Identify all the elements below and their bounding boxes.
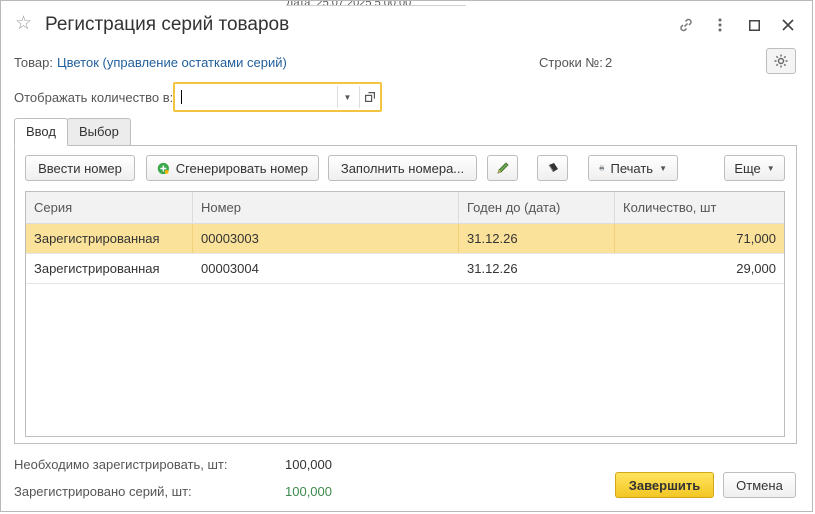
cell-series[interactable]: Зарегистрированная — [26, 224, 193, 253]
gear-icon — [774, 54, 788, 68]
rows-value: 2 — [605, 55, 613, 70]
table-row[interactable]: Зарегистрированная 00003003 31.12.26 71,… — [26, 224, 784, 254]
qty-unit-label: Отображать количество в: — [14, 90, 174, 105]
column-header-expiry[interactable]: Годен до (дата) — [459, 192, 615, 223]
tab-enter[interactable]: Ввод — [14, 118, 68, 146]
scanner-button[interactable] — [537, 155, 568, 181]
cell-quantity[interactable]: 29,000 — [615, 254, 784, 283]
more-icon[interactable] — [708, 13, 732, 37]
chevron-down-icon: ▼ — [766, 163, 775, 173]
print-button[interactable]: Печать ▼ — [588, 155, 678, 181]
finish-button[interactable]: Завершить — [615, 472, 714, 498]
more-actions-label: Еще — [734, 160, 761, 176]
print-label: Печать — [610, 160, 654, 176]
star-icon[interactable]: ☆ — [15, 14, 35, 34]
cell-expiry[interactable]: 31.12.26 — [459, 224, 615, 253]
enter-number-label: Ввести номер — [38, 160, 122, 176]
chevron-down-icon[interactable]: ▼ — [337, 86, 357, 108]
pencil-icon — [496, 162, 509, 174]
printer-icon — [599, 165, 605, 171]
required-qty-label: Необходимо зарегистрировать, шт: — [14, 457, 228, 472]
enter-number-button[interactable]: Ввести номер — [25, 155, 135, 181]
table-row[interactable]: Зарегистрированная 00003004 31.12.26 29,… — [26, 254, 784, 284]
qty-unit-field: ▼ — [173, 82, 382, 112]
settings-button[interactable] — [766, 48, 796, 74]
series-table: Серия Номер Годен до (дата) Количество, … — [25, 191, 785, 437]
registered-qty-label: Зарегистрировано серий, шт: — [14, 484, 192, 499]
generate-number-label: Сгенерировать номер — [175, 160, 308, 176]
cell-expiry[interactable]: 31.12.26 — [459, 254, 615, 283]
link-icon[interactable] — [674, 13, 698, 37]
fill-numbers-button[interactable]: Заполнить номера... — [328, 155, 477, 181]
cell-series[interactable]: Зарегистрированная — [26, 254, 193, 283]
table-header: Серия Номер Годен до (дата) Количество, … — [26, 192, 784, 224]
registered-qty-value: 100,000 — [285, 484, 332, 499]
cell-number[interactable]: 00003003 — [193, 224, 459, 253]
barcode-scanner-icon — [548, 163, 558, 172]
background-window-peek: Дата: 25.07.2025 5:00:00 — [286, 1, 466, 6]
maximize-icon[interactable] — [742, 13, 766, 37]
more-actions-button[interactable]: Еще ▼ — [724, 155, 785, 181]
product-link[interactable]: Цветок (управление остатками серий) — [57, 55, 287, 70]
dialog-window: Дата: 25.07.2025 5:00:00 ☆ Регистрация с… — [0, 0, 813, 512]
column-header-number[interactable]: Номер — [193, 192, 459, 223]
tabs: Ввод Выбор — [14, 118, 131, 146]
text-caret — [181, 90, 182, 104]
required-qty-value: 100,000 — [285, 457, 332, 472]
add-generate-icon — [157, 162, 169, 174]
title-bar-controls — [674, 13, 800, 37]
cell-quantity[interactable]: 71,000 — [615, 224, 784, 253]
rows-label: Строки №: — [539, 55, 603, 70]
chevron-down-icon: ▼ — [659, 163, 667, 173]
generate-number-button[interactable]: Сгенерировать номер — [146, 155, 319, 181]
close-icon[interactable] — [776, 13, 800, 37]
window-title: Регистрация серий товаров — [45, 14, 290, 35]
edit-button[interactable] — [487, 155, 518, 181]
cancel-button[interactable]: Отмена — [723, 472, 796, 498]
tab-panel-enter: Ввести номер Сгенерировать номер Заполни… — [14, 145, 797, 444]
fill-numbers-label: Заполнить номера... — [340, 160, 465, 176]
product-label: Товар: — [14, 55, 53, 70]
tab-select[interactable]: Выбор — [66, 118, 131, 146]
cell-number[interactable]: 00003004 — [193, 254, 459, 283]
open-form-icon[interactable] — [359, 86, 379, 108]
column-header-quantity[interactable]: Количество, шт — [615, 192, 784, 223]
column-header-series[interactable]: Серия — [26, 192, 193, 223]
qty-unit-input[interactable] — [179, 87, 334, 107]
